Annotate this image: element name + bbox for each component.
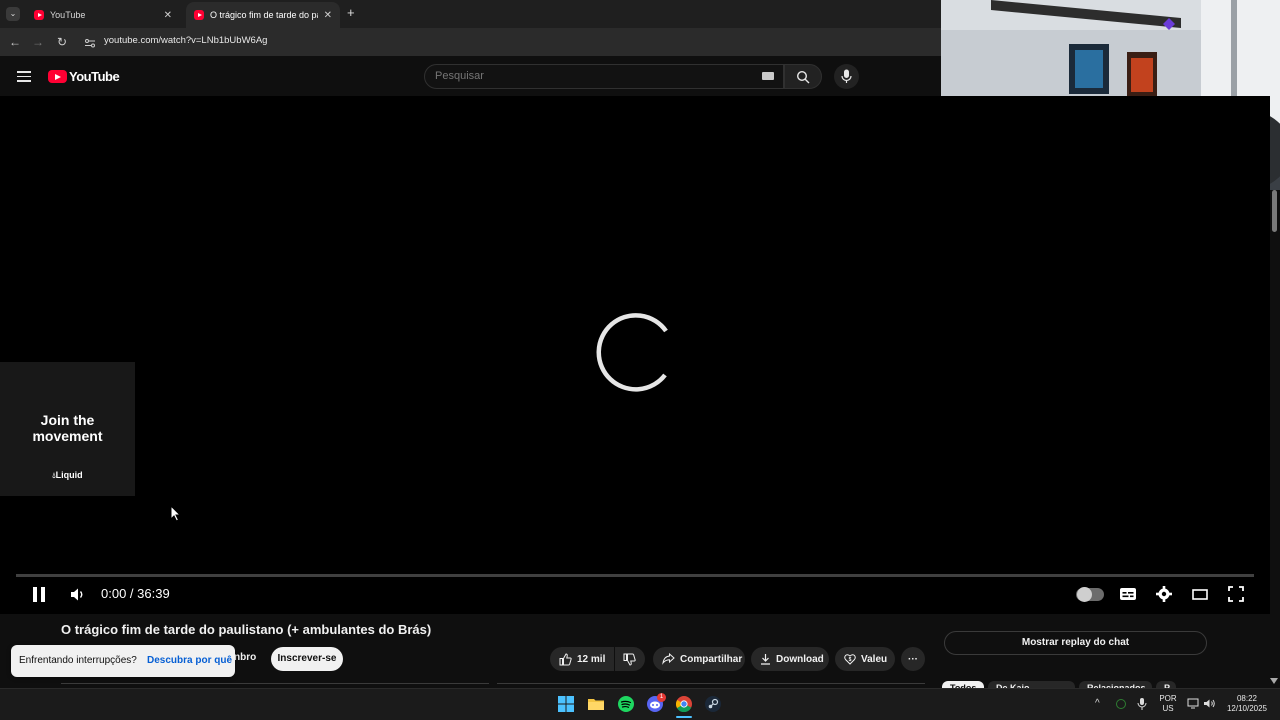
hamburger-menu-icon[interactable] — [17, 71, 31, 82]
mouse-cursor-icon — [170, 505, 182, 522]
tab-youtube[interactable]: YouTube ✕ — [26, 2, 180, 28]
youtube-favicon-icon — [34, 10, 44, 20]
thumbs-up-icon — [559, 652, 572, 665]
tray-microphone-icon[interactable] — [1137, 697, 1147, 711]
progress-bar[interactable] — [16, 574, 1254, 577]
time-separator: / — [126, 586, 138, 601]
forward-arrow-icon[interactable]: → — [30, 34, 46, 50]
scroll-down-arrow-icon[interactable] — [1270, 678, 1278, 684]
download-button[interactable]: Download — [751, 647, 829, 671]
interruptions-toast: Enfrentando interrupções? Descubra por q… — [11, 645, 235, 677]
chrome-active-indicator — [676, 716, 692, 718]
share-button[interactable]: Compartilhar — [653, 647, 745, 671]
microphone-icon — [841, 69, 852, 83]
subscribe-button[interactable]: Inscrever-se — [271, 647, 343, 671]
more-actions-button[interactable]: ··· — [901, 647, 925, 671]
ad-card-text[interactable]: Join the movement — [0, 412, 135, 444]
lang-line2: US — [1162, 704, 1174, 713]
keyboard-icon[interactable] — [762, 72, 774, 80]
toast-text: Enfrentando interrupções? — [19, 655, 137, 666]
windows-taskbar — [0, 688, 1280, 720]
autoplay-toggle[interactable] — [1076, 587, 1104, 602]
spotify-icon[interactable] — [618, 696, 634, 712]
file-explorer-icon[interactable] — [588, 696, 604, 712]
more-actions-icon: ··· — [908, 653, 918, 665]
like-button[interactable]: 12 mil — [550, 647, 614, 671]
show-chat-replay-button[interactable]: Mostrar replay do chat — [944, 631, 1207, 655]
search-button[interactable] — [784, 64, 822, 89]
join-button-label[interactable]: nbro — [234, 652, 256, 663]
super-thanks-icon: $ — [844, 654, 856, 665]
share-arrow-icon — [662, 653, 675, 665]
download-icon — [761, 654, 770, 665]
site-settings-icon[interactable] — [84, 36, 96, 48]
tab-list-chevron-icon[interactable]: ⌄ — [6, 7, 20, 21]
windows-start-icon[interactable] — [558, 696, 574, 712]
tab-close-icon[interactable]: ✕ — [164, 10, 172, 21]
ad-brand: 💧︎Liquid — [0, 470, 135, 481]
chrome-icon[interactable] — [676, 696, 692, 712]
system-clock[interactable]: 08:22 12/10/2025 — [1222, 694, 1272, 714]
lang-line1: POR — [1159, 694, 1177, 703]
tab-close-icon[interactable]: ✕ — [324, 10, 332, 21]
tab-video[interactable]: O trágico fim de tarde do paulistano ✕ — [186, 2, 340, 28]
speaker-icon[interactable] — [1203, 698, 1216, 709]
toast-learn-more-link[interactable]: Descubra por quê — [147, 655, 232, 666]
search-icon — [796, 70, 810, 84]
dislike-button[interactable] — [615, 647, 645, 671]
steam-icon[interactable] — [705, 696, 721, 712]
thanks-button[interactable]: $ Valeu — [835, 647, 895, 671]
time-current: 0:00 — [101, 586, 127, 601]
description-box[interactable] — [61, 683, 489, 687]
voice-search-button[interactable] — [834, 64, 859, 89]
browser-toolbar: ← → ↻ youtube.com/watch?v=LNb1bUbW6Ag — [0, 28, 941, 56]
ad-card-line2: movement — [32, 428, 103, 444]
input-language-indicator[interactable]: POR US — [1158, 694, 1178, 714]
tray-app-icon[interactable] — [1116, 699, 1126, 709]
tab-title: O trágico fim de tarde do paulistano — [210, 10, 318, 20]
svg-text:$: $ — [849, 657, 852, 663]
theater-mode-icon[interactable] — [1192, 589, 1208, 600]
thumbs-down-icon — [623, 653, 636, 666]
like-count: 12 mil — [577, 653, 606, 665]
search-input[interactable] — [435, 70, 735, 82]
settings-gear-icon[interactable] — [1156, 586, 1172, 602]
youtube-logo[interactable]: YouTube — [48, 69, 120, 84]
time-total: 36:39 — [137, 586, 170, 601]
fullscreen-icon[interactable] — [1228, 586, 1244, 602]
clock-date: 12/10/2025 — [1226, 704, 1268, 713]
clock-time: 08:22 — [1236, 694, 1258, 703]
share-label: Compartilhar — [680, 653, 743, 665]
ad-brand-label: Liquid — [55, 470, 83, 480]
page-scrollbar[interactable] — [1272, 190, 1277, 232]
youtube-play-logo-icon — [48, 70, 67, 83]
new-tab-button[interactable]: + — [347, 5, 355, 20]
thanks-label: Valeu — [861, 653, 888, 665]
tray-overflow-chevron-icon[interactable]: ^ — [1095, 698, 1100, 709]
autoplay-pause-knob-icon — [1077, 587, 1092, 602]
youtube-wordmark: YouTube — [69, 69, 120, 84]
comment-box[interactable] — [497, 683, 925, 687]
loading-spinner-icon — [596, 313, 668, 392]
address-bar[interactable]: youtube.com/watch?v=LNb1bUbW6Ag — [104, 35, 267, 46]
discord-notification-badge: 1 — [657, 693, 666, 702]
network-icon[interactable] — [1187, 698, 1199, 709]
pause-button[interactable] — [31, 586, 47, 603]
time-display: 0:00 / 36:39 — [101, 586, 170, 601]
ad-card-line1: Join the — [40, 412, 95, 428]
volume-icon[interactable] — [70, 587, 86, 602]
back-arrow-icon[interactable]: ← — [7, 34, 23, 50]
search-box — [424, 64, 784, 89]
subtitles-icon[interactable] — [1119, 587, 1137, 601]
tab-title: YouTube — [50, 10, 86, 20]
youtube-favicon-icon — [194, 10, 204, 20]
video-title: O trágico fim de tarde do paulistano (+ … — [61, 622, 432, 637]
reload-icon[interactable]: ↻ — [54, 34, 70, 50]
download-label: Download — [776, 653, 824, 665]
